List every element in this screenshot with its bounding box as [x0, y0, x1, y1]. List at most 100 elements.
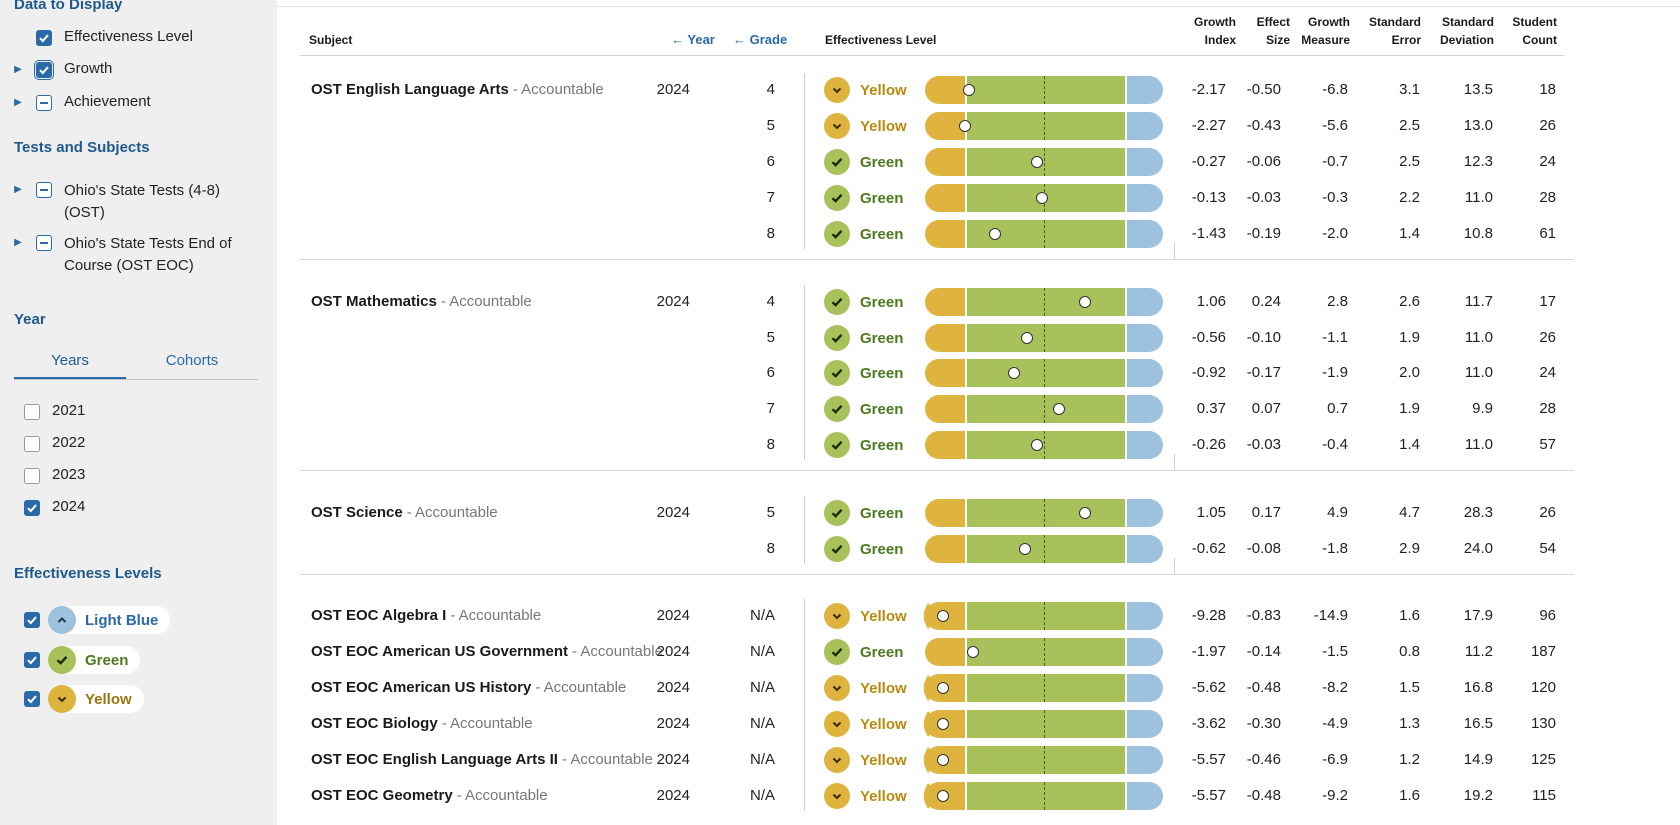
metric-cell: 26	[1539, 504, 1556, 521]
growth-bar[interactable]	[925, 395, 1163, 423]
subject-name[interactable]: OST EOC Biology	[311, 715, 438, 732]
metric-cell: 16.5	[1463, 715, 1493, 732]
bar-midline	[1044, 710, 1045, 738]
filter-growth[interactable]: ▶ Growth	[14, 60, 112, 84]
year-cell: 2024	[656, 504, 690, 521]
checkbox-unchecked-icon[interactable]	[24, 468, 40, 484]
year-cell: 2024	[656, 715, 690, 732]
bar-segment-yellow	[925, 184, 965, 212]
filter-ost-4-8[interactable]: ▶ Ohio's State Tests (4-8) (OST)	[14, 180, 220, 224]
filter-achievement[interactable]: ▶ Achievement	[14, 93, 151, 117]
subject-name[interactable]: OST Mathematics	[311, 293, 437, 310]
growth-bar[interactable]	[925, 220, 1163, 248]
chevron-down-icon	[824, 113, 850, 139]
growth-bar[interactable]	[925, 638, 1163, 666]
growth-bar[interactable]	[925, 782, 1163, 810]
growth-bar[interactable]	[925, 431, 1163, 459]
checkbox-checked-icon[interactable]	[34, 60, 54, 80]
header-year-sort[interactable]: ← Year	[671, 31, 715, 49]
checkbox-checked-icon[interactable]	[24, 652, 40, 668]
metric-cell: -0.92	[1191, 364, 1226, 381]
expand-caret-icon[interactable]: ▶	[14, 97, 22, 108]
grade-cell: N/A	[749, 679, 775, 696]
subject-name[interactable]: OST English Language Arts	[311, 81, 509, 98]
chevron-down-icon	[824, 747, 850, 773]
growth-bar[interactable]	[925, 499, 1163, 527]
metric-cell: 1.9	[1399, 400, 1420, 417]
expand-caret-icon[interactable]: ▶	[14, 184, 22, 195]
growth-bar[interactable]	[925, 76, 1163, 104]
growth-bar[interactable]	[925, 359, 1163, 387]
checkbox-unchecked-icon[interactable]	[24, 404, 40, 420]
header-grade-sort[interactable]: ← Grade	[733, 31, 787, 49]
effectiveness-label: Green	[860, 436, 904, 454]
level-filter-yellow[interactable]: Yellow	[24, 685, 144, 713]
checkbox-checked-icon[interactable]	[36, 30, 52, 46]
checkbox-checked-icon[interactable]	[24, 691, 40, 707]
growth-bar[interactable]	[925, 602, 1163, 630]
subject-name[interactable]: OST Science	[311, 504, 403, 521]
checkbox-checked-icon[interactable]	[24, 500, 40, 516]
level-pill-light-blue: Light Blue	[48, 606, 171, 634]
header-grade-label: Grade	[749, 32, 788, 47]
growth-bar[interactable]	[925, 148, 1163, 176]
level-filter-light-blue[interactable]: Light Blue	[24, 606, 171, 634]
check-icon	[824, 500, 850, 526]
bar-segment-green	[965, 746, 1127, 774]
effectiveness-label: Yellow	[860, 715, 907, 733]
header-effectiveness[interactable]: Effectiveness Level	[825, 31, 936, 49]
filter-effectiveness-level[interactable]: ▶ Effectiveness Level	[14, 28, 193, 52]
year-option-2023[interactable]: 2023	[24, 466, 85, 490]
effectiveness-level: Green	[824, 395, 934, 423]
growth-bar[interactable]	[925, 288, 1163, 316]
bar-segment-green	[965, 395, 1127, 423]
growth-bar[interactable]	[925, 535, 1163, 563]
tab-years[interactable]: Years	[14, 344, 126, 380]
checkbox-partial-icon[interactable]	[36, 95, 52, 111]
metric-cell: -2.17	[1191, 81, 1226, 98]
grade-cell: 5	[766, 117, 775, 134]
expand-caret-icon[interactable]: ▶	[14, 64, 22, 75]
metric-cell: -0.48	[1246, 787, 1281, 804]
header-student-count[interactable]: Student Count	[1477, 13, 1557, 49]
year-option-2022[interactable]: 2022	[24, 434, 85, 458]
bar-midline	[1044, 395, 1045, 423]
subject-cell: OST EOC Biology - Accountable	[311, 715, 533, 733]
year-option-2024[interactable]: 2024	[24, 498, 85, 522]
filter-ost-eoc[interactable]: ▶ Ohio's State Tests End of Course (OST …	[14, 233, 232, 277]
subject-name[interactable]: OST EOC American US Government	[311, 643, 568, 660]
group-divider	[300, 470, 1574, 471]
checkbox-unchecked-icon[interactable]	[24, 436, 40, 452]
header-subject[interactable]: Subject	[309, 31, 352, 49]
growth-bar[interactable]	[925, 674, 1163, 702]
growth-bar[interactable]	[925, 324, 1163, 352]
year-option-2021[interactable]: 2021	[24, 402, 85, 426]
filter-label: Achievement	[64, 93, 151, 110]
chevron-down-icon	[824, 711, 850, 737]
level-filter-green[interactable]: Green	[24, 646, 141, 674]
subject-name[interactable]: OST EOC Algebra I	[311, 607, 446, 624]
subject-cell: OST Mathematics - Accountable	[311, 293, 532, 311]
subject-name[interactable]: OST EOC American US History	[311, 679, 531, 696]
checkbox-partial-icon[interactable]	[36, 235, 52, 251]
year-heading: Year	[14, 311, 46, 328]
header-growth-measure[interactable]: Growth Measure	[1270, 13, 1350, 49]
level-label: Light Blue	[85, 611, 159, 629]
header-standard-error[interactable]: Standard Error	[1341, 13, 1421, 49]
metric-cell: 1.2	[1399, 751, 1420, 768]
metric-cell: -1.8	[1322, 540, 1348, 557]
metric-cell: 2.0	[1399, 364, 1420, 381]
tab-cohorts[interactable]: Cohorts	[136, 344, 248, 378]
subject-name[interactable]: OST EOC English Language Arts II	[311, 751, 558, 768]
bar-segment-yellow	[925, 288, 965, 316]
checkbox-partial-icon[interactable]	[36, 182, 52, 198]
growth-bar[interactable]	[925, 710, 1163, 738]
subject-name[interactable]: OST EOC Geometry	[311, 787, 453, 804]
expand-caret-icon[interactable]: ▶	[14, 237, 22, 248]
checkbox-checked-icon[interactable]	[24, 612, 40, 628]
metric-cell: -0.10	[1246, 329, 1281, 346]
growth-marker	[1007, 367, 1020, 379]
check-icon	[824, 149, 850, 175]
growth-bar[interactable]	[925, 746, 1163, 774]
header-year-label: Year	[687, 32, 715, 47]
